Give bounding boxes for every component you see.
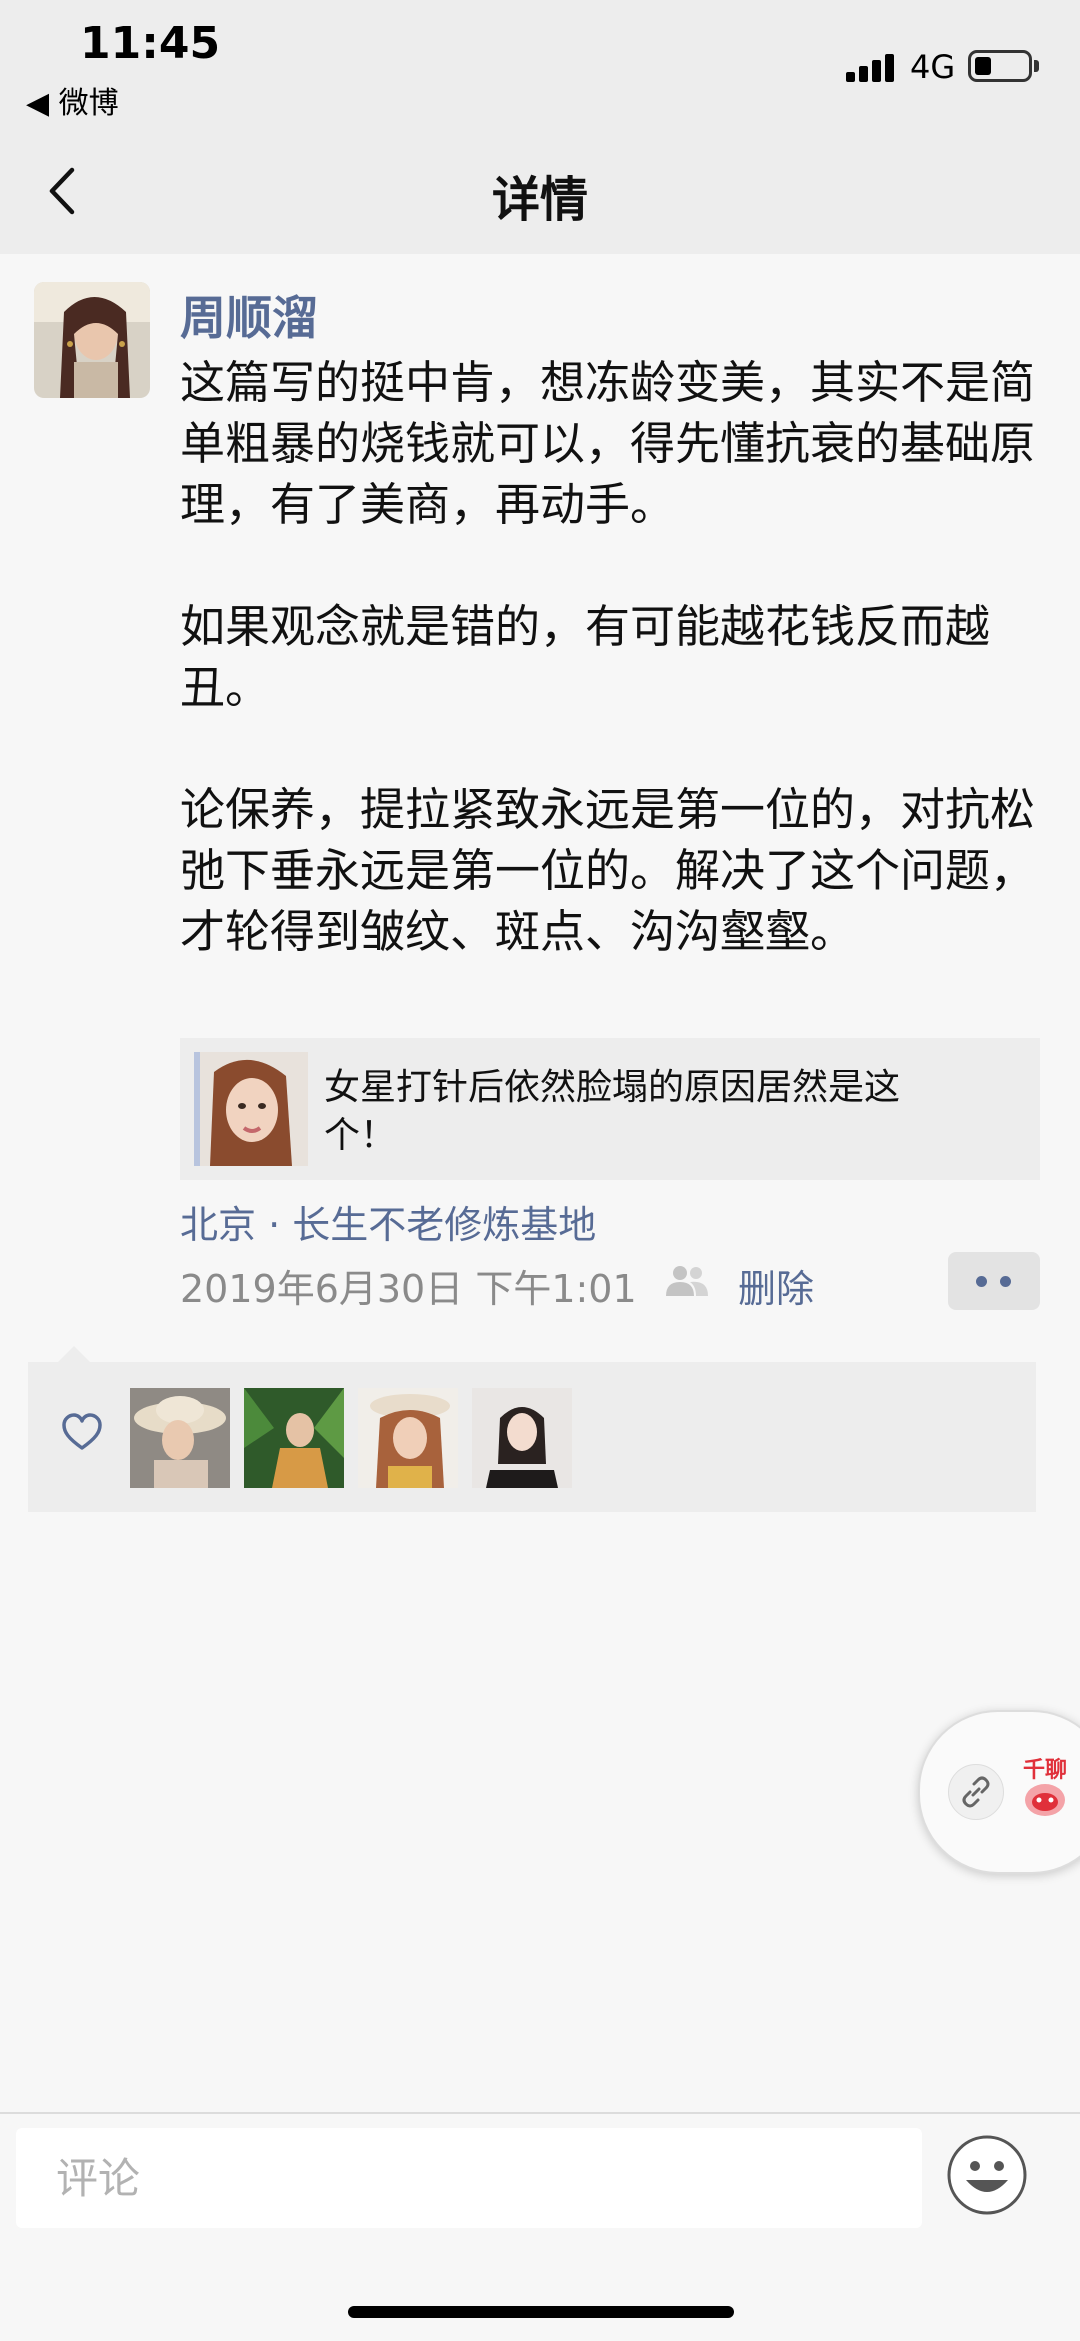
- qianliao-app-icon[interactable]: 千聊: [1014, 1752, 1076, 1822]
- network-type: 4G: [910, 48, 956, 86]
- post-time: 2019年6月30日 下午1:01: [180, 1267, 637, 1311]
- shared-article-card[interactable]: 女星打针后依然脸塌的原因居然是这个！: [180, 1038, 1040, 1180]
- signal-icon: [846, 52, 898, 82]
- link-icon[interactable]: [948, 1764, 1004, 1820]
- more-dots-icon[interactable]: [948, 1252, 1040, 1310]
- status-time: 11:45: [80, 18, 221, 69]
- post-location[interactable]: 北京 · 长生不老修炼基地: [180, 1194, 596, 1249]
- battery-tip: [1034, 60, 1039, 72]
- status-bar: 11:45 ◀ 微博 4G: [0, 0, 1080, 130]
- likes-notch: [58, 1346, 90, 1362]
- liker-avatar[interactable]: [130, 1388, 230, 1488]
- author-name[interactable]: 周顺溜: [180, 282, 318, 348]
- article-thumbnail: [194, 1052, 308, 1166]
- post-text: 这篇写的挺中肯，想冻龄变美，其实不是简单粗暴的烧钱就可以，得先懂抗衰的基础原理，…: [180, 356, 1036, 958]
- back-to-app-link[interactable]: ◀ 微博: [26, 78, 119, 122]
- home-indicator[interactable]: [348, 2306, 734, 2318]
- liker-avatar[interactable]: [244, 1388, 344, 1488]
- heart-icon: [62, 1413, 102, 1450]
- liker-avatar[interactable]: [472, 1388, 572, 1488]
- article-title: 女星打针后依然脸塌的原因居然是这个！: [324, 1067, 901, 1156]
- emoji-smile-icon[interactable]: [946, 2134, 1028, 2216]
- author-avatar[interactable]: [34, 282, 150, 398]
- battery-icon: [968, 50, 1032, 82]
- floating-share-widget[interactable]: 千聊: [918, 1710, 1080, 1874]
- liker-avatar[interactable]: [358, 1388, 458, 1488]
- comment-input[interactable]: [16, 2128, 922, 2228]
- delete-button[interactable]: 删除: [738, 1258, 814, 1313]
- nav-bar: 详情: [0, 130, 1080, 254]
- page-title: 详情: [491, 172, 588, 228]
- likes-section: [28, 1362, 1036, 1512]
- visibility-friends-icon[interactable]: [664, 1262, 710, 1298]
